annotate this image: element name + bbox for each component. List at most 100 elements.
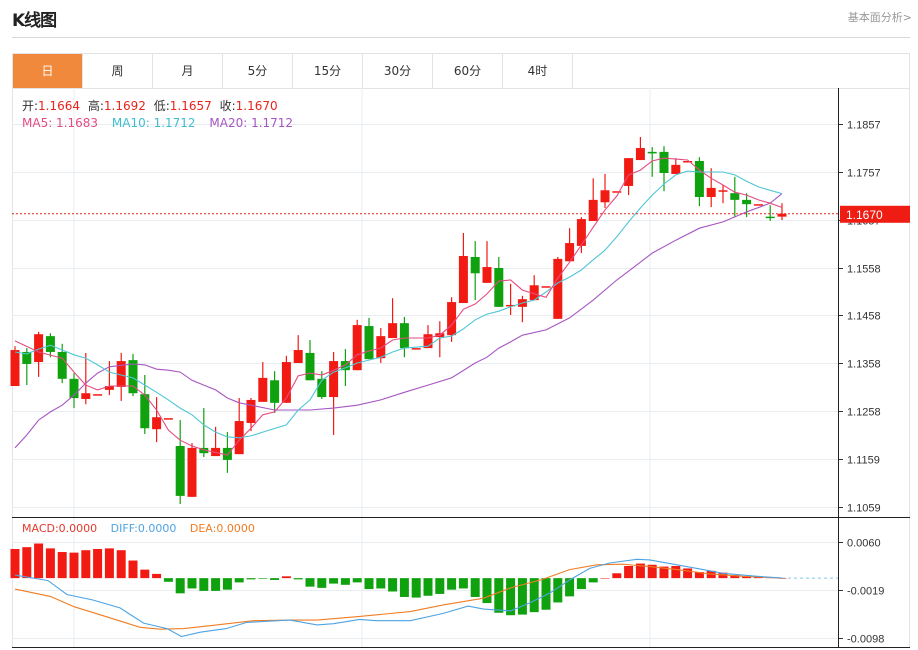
macd-bar-negative <box>305 578 315 587</box>
macd-bar-positive <box>128 560 138 579</box>
macd-bar-negative <box>211 578 221 591</box>
candle-body <box>329 361 339 398</box>
macd-bar-negative <box>329 578 339 584</box>
candle-up <box>458 232 468 304</box>
candle-up <box>163 418 173 420</box>
open-label: 开: <box>22 99 39 113</box>
macd-bar-positive <box>140 569 150 579</box>
candle-body <box>494 267 504 307</box>
candle-body <box>458 256 468 304</box>
candle-up <box>293 335 303 363</box>
candle-up <box>506 283 516 316</box>
candle-up <box>152 397 162 443</box>
candle-down <box>364 317 374 360</box>
candle-down <box>730 176 740 218</box>
macd-bar-positive <box>152 573 162 579</box>
y-tick-label: 1.1757 <box>847 168 881 180</box>
candle-up <box>706 168 716 208</box>
macd-bar-negative <box>270 578 280 580</box>
candle-body <box>718 190 728 192</box>
candle-up <box>482 241 492 283</box>
candle-up <box>234 398 244 455</box>
ma20-legend: MA20: 1.1712 <box>209 116 294 130</box>
candle-down <box>128 353 138 397</box>
candle-up <box>529 275 539 301</box>
candle-body <box>706 187 716 197</box>
candle-body <box>281 362 291 403</box>
macd-bar-positive <box>93 548 103 579</box>
candle-down <box>69 373 79 409</box>
ma10-line <box>14 170 783 439</box>
candle-body <box>163 418 173 420</box>
macd-bar-negative <box>447 578 457 590</box>
macd-bar-negative <box>470 578 480 597</box>
ohlc-legend: 开:1.1664 高:1.1692 低:1.1657 收:1.1670 <box>22 97 282 114</box>
candle-up <box>565 228 575 262</box>
y-tick-label: 1.1059 <box>847 503 881 515</box>
candle-up <box>753 204 763 206</box>
candle-body <box>635 148 645 161</box>
macd-bar-positive <box>57 552 67 579</box>
low-label: 低: <box>153 99 170 113</box>
macd-bar-positive <box>10 548 20 579</box>
macd-bar-positive <box>671 565 681 579</box>
candle-body <box>57 351 67 379</box>
macd-bar-negative <box>458 578 468 589</box>
last-price-label: 1.1670 <box>846 208 883 222</box>
candle-body <box>671 164 681 174</box>
macd-bar-negative <box>565 578 575 597</box>
macd-bar-negative <box>234 578 244 583</box>
candle-up <box>388 298 398 339</box>
candle-body <box>376 336 386 359</box>
high-value: 1.1692 <box>103 99 146 113</box>
candle-body <box>470 256 480 274</box>
candle-body <box>305 352 315 381</box>
macd-value: MACD:0.0000 <box>22 522 98 535</box>
candle-body <box>93 394 103 396</box>
ma5-legend: MA5: 1.1683 <box>22 116 99 130</box>
macd-bar-negative <box>529 578 539 613</box>
candle-body <box>742 199 752 205</box>
candle-body <box>317 378 327 398</box>
candle-body <box>647 151 657 154</box>
candle-body <box>541 286 551 288</box>
low-value: 1.1657 <box>169 99 212 113</box>
ma10-legend: MA10: 1.1712 <box>111 116 196 130</box>
candle-down <box>470 241 480 301</box>
candle-down <box>175 420 185 505</box>
macd-bar-positive <box>22 547 32 579</box>
candle-up <box>116 352 126 401</box>
macd-bar-positive <box>281 576 291 579</box>
macd-bar-negative <box>352 578 362 583</box>
macd-bar-negative <box>388 578 398 592</box>
candle-down <box>494 256 504 307</box>
macd-bar-positive <box>624 565 634 579</box>
ma20-line <box>14 193 783 449</box>
ma-legend: MA5: 1.1683 MA10: 1.1712 MA20: 1.1712 <box>22 116 297 130</box>
candle-up <box>541 286 551 288</box>
candle-up <box>671 158 681 174</box>
diff-value: DIFF:0.0000 <box>110 522 177 535</box>
candle-up <box>576 217 586 254</box>
candle-down <box>694 157 704 207</box>
macd-bar-negative <box>199 578 209 591</box>
macd-bar-positive <box>600 578 610 579</box>
y-tick-label: 1.1358 <box>847 359 881 371</box>
candle-body <box>399 323 409 349</box>
macd-bar-positive <box>612 573 622 579</box>
candle-up <box>435 321 445 358</box>
macd-bar-positive <box>34 543 44 579</box>
candle-body <box>730 193 740 200</box>
candle-up <box>517 295 527 323</box>
macd-bar-negative <box>175 578 185 594</box>
y-tick-label: -0.0019 <box>847 586 884 598</box>
candle-up <box>624 158 634 196</box>
macd-bar-negative <box>494 578 504 613</box>
candle-up <box>553 256 563 319</box>
y-tick-label: 1.1258 <box>847 407 881 419</box>
candle-up <box>93 394 103 396</box>
macd-bar-negative <box>293 578 303 580</box>
candle-up <box>34 331 44 377</box>
candle-up <box>258 362 268 402</box>
candle-body <box>152 417 162 430</box>
